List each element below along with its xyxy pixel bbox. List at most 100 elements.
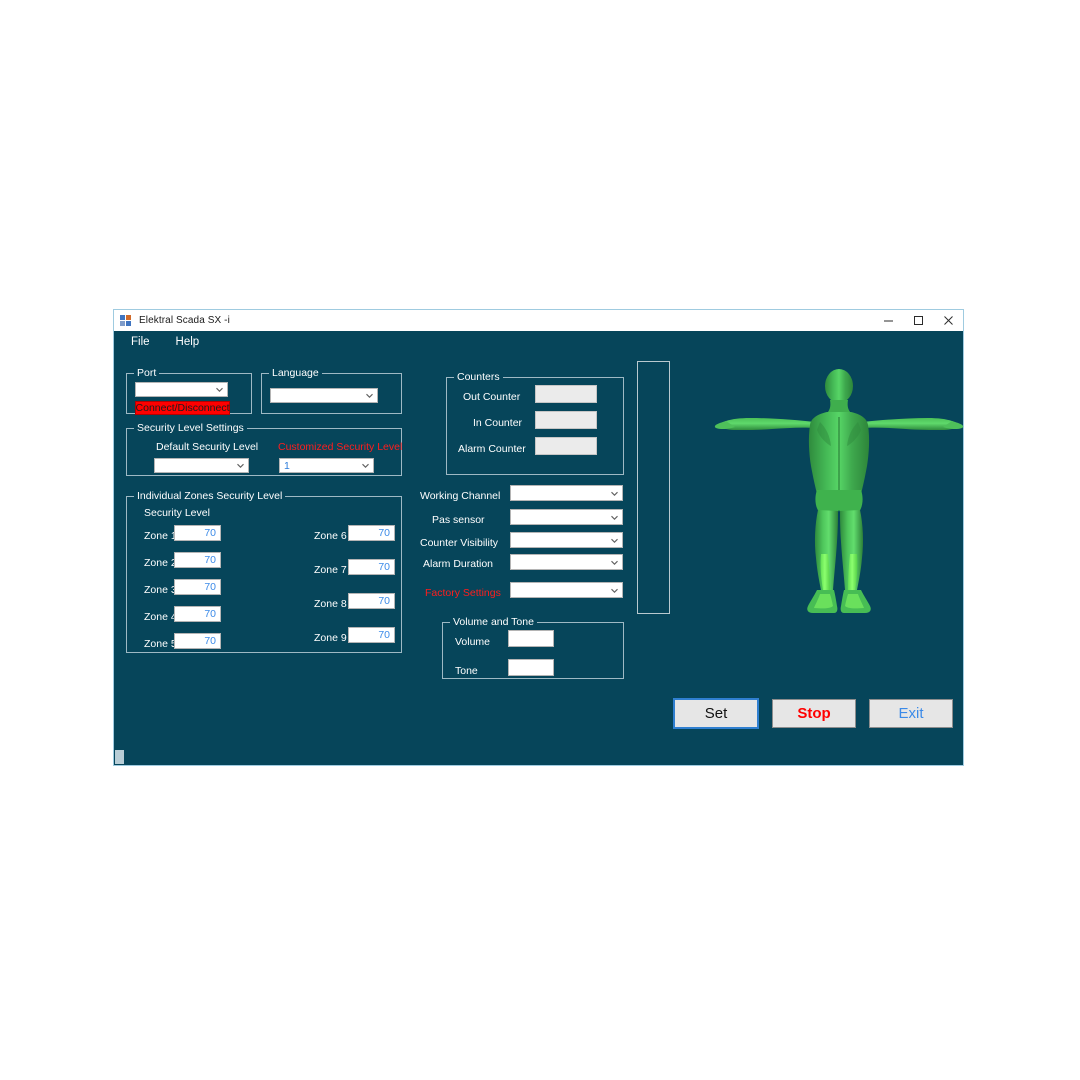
side-status-panel	[637, 361, 670, 614]
application-window: Elektral Scada SX -i File Help Port Conn…	[113, 309, 964, 766]
chevron-down-icon	[233, 461, 248, 470]
chevron-down-icon	[607, 536, 622, 545]
connect-disconnect-button[interactable]: Connect/Disconnect	[135, 401, 230, 415]
zone-5-label: Zone 5	[144, 638, 177, 650]
counters-title: Counters	[454, 371, 503, 383]
counter-visibility-combo[interactable]	[510, 532, 623, 548]
tone-input[interactable]	[508, 659, 554, 676]
connect-disconnect-label: Connect/Disconnect	[135, 402, 230, 414]
window-title: Elektral Scada SX -i	[139, 315, 230, 326]
exit-button[interactable]: Exit	[869, 699, 953, 728]
alarm-duration-combo[interactable]	[510, 554, 623, 570]
body-head	[825, 369, 853, 403]
port-combo[interactable]	[135, 382, 228, 397]
exit-button-label: Exit	[898, 705, 924, 722]
app-form-icon	[120, 314, 132, 327]
zone-6-value: 70	[378, 527, 390, 539]
language-combo[interactable]	[270, 388, 378, 403]
maximize-button[interactable]	[903, 310, 933, 331]
menu-item-file[interactable]: File	[121, 334, 160, 350]
zone-3-label: Zone 3	[144, 584, 177, 596]
customized-security-level-value: 1	[284, 459, 290, 472]
body-right-arm	[863, 418, 959, 430]
status-bar-grip[interactable]	[115, 750, 124, 764]
zone-9-label: Zone 9	[314, 632, 347, 644]
customized-security-level-label: Customized Security Level	[278, 441, 403, 453]
title-bar[interactable]: Elektral Scada SX -i	[114, 310, 963, 331]
individual-zones-title: Individual Zones Security Level	[134, 490, 286, 502]
set-button-label: Set	[704, 705, 728, 722]
zone-7-input[interactable]: 70	[348, 559, 395, 575]
counters-group: Counters Out Counter In Counter Alarm Co…	[446, 371, 624, 475]
in-counter-label: In Counter	[473, 417, 523, 429]
status-bar	[115, 750, 962, 764]
zone-9-input[interactable]: 70	[348, 627, 395, 643]
working-channel-combo[interactable]	[510, 485, 623, 501]
minimize-button[interactable]	[873, 310, 903, 331]
zone-4-input[interactable]: 70	[174, 606, 221, 622]
customized-security-level-combo[interactable]: 1	[279, 458, 374, 473]
zone-8-label: Zone 8	[314, 598, 347, 610]
pas-sensor-label: Pas sensor	[432, 514, 485, 526]
zone-1-label: Zone 1	[144, 530, 177, 542]
pas-sensor-combo[interactable]	[510, 509, 623, 525]
working-channel-label: Working Channel	[420, 490, 501, 502]
zone-7-label: Zone 7	[314, 564, 347, 576]
stop-button[interactable]: Stop	[772, 699, 856, 728]
port-group-title: Port	[134, 367, 160, 379]
zone-3-input[interactable]: 70	[174, 579, 221, 595]
factory-settings-label: Factory Settings	[425, 587, 501, 599]
zone-5-input[interactable]: 70	[174, 633, 221, 649]
zone-6-label: Zone 6	[314, 530, 347, 542]
zone-7-value: 70	[378, 561, 390, 573]
security-level-settings-group: Security Level Settings Default Security…	[126, 422, 402, 476]
language-group-title: Language	[269, 367, 322, 379]
volume-label: Volume	[455, 636, 491, 648]
chevron-down-icon	[607, 489, 622, 498]
individual-zones-subtitle: Security Level	[144, 507, 210, 519]
menu-bar: File Help	[115, 331, 962, 352]
set-button[interactable]: Set	[673, 698, 759, 729]
menu-item-help[interactable]: Help	[166, 334, 210, 350]
human-body-rear-view	[714, 362, 964, 630]
out-counter-value-box	[535, 385, 597, 403]
zone-4-value: 70	[204, 608, 216, 620]
zone-2-value: 70	[204, 554, 216, 566]
default-security-level-label: Default Security Level	[156, 441, 259, 453]
zone-8-value: 70	[378, 595, 390, 607]
alarm-counter-value-box	[535, 437, 597, 455]
zone-1-value: 70	[204, 527, 216, 539]
zone-2-input[interactable]: 70	[174, 552, 221, 568]
zone-9-value: 70	[378, 629, 390, 641]
counter-visibility-label: Counter Visibility	[420, 537, 499, 549]
factory-settings-combo[interactable]	[510, 582, 623, 598]
chevron-down-icon	[358, 461, 373, 470]
zone-6-input[interactable]: 70	[348, 525, 395, 541]
chevron-down-icon	[607, 586, 622, 595]
zone-1-input[interactable]: 70	[174, 525, 221, 541]
volume-tone-title: Volume and Tone	[450, 616, 537, 628]
chevron-down-icon	[362, 391, 377, 400]
individual-zones-group: Individual Zones Security Level Security…	[126, 490, 402, 653]
out-counter-label: Out Counter	[463, 391, 521, 403]
default-security-level-combo[interactable]	[154, 458, 249, 473]
body-left-arm	[719, 418, 815, 430]
stop-button-label: Stop	[797, 705, 831, 722]
zone-4-label: Zone 4	[144, 611, 177, 623]
zone-8-input[interactable]: 70	[348, 593, 395, 609]
alarm-duration-label: Alarm Duration	[423, 558, 494, 570]
in-counter-value-box	[535, 411, 597, 429]
volume-tone-group: Volume and Tone Volume Tone	[442, 616, 624, 679]
chevron-down-icon	[607, 513, 622, 522]
alarm-counter-label: Alarm Counter	[458, 443, 526, 455]
language-group: Language	[261, 367, 402, 414]
chevron-down-icon	[212, 385, 227, 394]
close-button[interactable]	[933, 310, 963, 331]
volume-input[interactable]	[508, 630, 554, 647]
zone-2-label: Zone 2	[144, 557, 177, 569]
zone-5-value: 70	[204, 635, 216, 647]
chevron-down-icon	[607, 558, 622, 567]
window-controls	[873, 310, 963, 331]
body-neck	[827, 400, 851, 413]
security-level-settings-title: Security Level Settings	[134, 422, 247, 434]
